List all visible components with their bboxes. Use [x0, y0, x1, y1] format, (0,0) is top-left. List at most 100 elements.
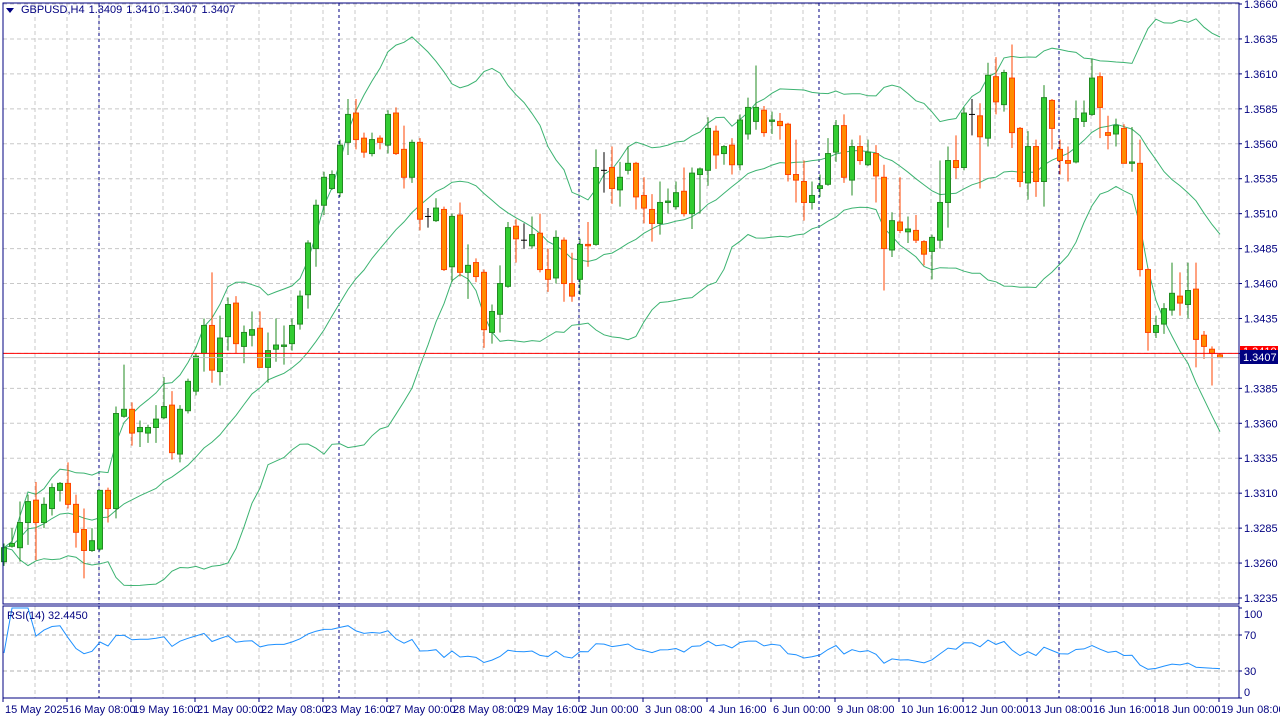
- time-tick-label: 10 Jun 16:00: [901, 704, 965, 716]
- bullish-candle: [97, 489, 103, 551]
- bullish-candle: [817, 174, 823, 197]
- bearish-candle: [585, 222, 591, 267]
- candle-body: [977, 115, 983, 138]
- bearish-candle: [913, 215, 919, 243]
- price-axis[interactable]: 1.3660 1.3635 1.3610 1.3585 1.3560 1.3535 1.35…: [1239, 0, 1278, 605]
- candle-body: [849, 146, 855, 181]
- doji-candle: [601, 152, 607, 193]
- candle-body: [737, 119, 743, 166]
- bullish-candle: [1001, 69, 1007, 112]
- candle-body: [337, 144, 343, 194]
- bullish-candle: [369, 132, 375, 157]
- time-tick-label: 13 Jun 08:00: [1029, 704, 1093, 716]
- bullish-candle: [297, 290, 303, 330]
- candle-body: [1145, 269, 1151, 333]
- bullish-candle: [1129, 126, 1135, 172]
- price-lines: [3, 352, 1239, 359]
- triangle-down-icon[interactable]: [6, 7, 14, 13]
- candle-body: [577, 243, 583, 280]
- bullish-candle: [321, 171, 327, 216]
- bullish-candle: [177, 405, 183, 463]
- candle-body: [697, 168, 703, 176]
- time-tick-label: 3 Jun 08:00: [645, 704, 703, 716]
- candle-body: [313, 204, 319, 250]
- header-high: 1.3410: [126, 4, 160, 16]
- candle-body: [401, 148, 407, 178]
- bearish-candle: [713, 125, 719, 169]
- price-tick-label: 1.3560: [1244, 139, 1278, 151]
- doji-candle: [969, 99, 975, 136]
- price-chart[interactable]: 1.3660 1.3635 1.3610 1.3585 1.3560 1.3535 1.35…: [0, 0, 1280, 720]
- time-tick-label: 16 Jun 16:00: [1093, 704, 1157, 716]
- price-tick-label: 1.3485: [1244, 244, 1278, 256]
- bullish-candle: [1025, 131, 1031, 200]
- bearish-candle: [361, 132, 367, 158]
- candle-body: [689, 172, 695, 215]
- bullish-candle: [593, 149, 599, 246]
- candle-body: [257, 327, 263, 368]
- candle-body: [1097, 76, 1103, 108]
- bullish-candle: [153, 405, 159, 443]
- candle-body: [585, 243, 591, 247]
- bullish-candle: [737, 114, 743, 171]
- bullish-candle: [305, 240, 311, 309]
- bullish-candle: [889, 212, 895, 257]
- candle-body: [409, 141, 415, 178]
- bid-price-tag: 1.3407: [1243, 352, 1277, 364]
- candle-body: [433, 207, 439, 222]
- bearish-candle: [1049, 99, 1055, 150]
- candle-body: [457, 214, 463, 273]
- bearish-candle: [1137, 139, 1143, 277]
- bullish-candle: [665, 188, 671, 214]
- candle-body: [113, 413, 119, 510]
- bullish-candle: [577, 238, 583, 295]
- bullish-candle: [9, 528, 15, 548]
- bullish-candle: [673, 181, 679, 210]
- time-tick-label: 9 Jun 08:00: [837, 704, 895, 716]
- candle-body: [873, 153, 879, 177]
- bullish-candle: [1073, 100, 1079, 164]
- candle-body: [793, 174, 799, 181]
- candle-body: [865, 151, 871, 166]
- candle-body: [1081, 112, 1087, 122]
- bullish-candle: [345, 99, 351, 155]
- candle-body: [297, 295, 303, 325]
- candle-body: [1009, 77, 1015, 134]
- rsi-label: RSI(14) 32.4450: [7, 610, 88, 622]
- time-tick-label: 28 May 08:00: [453, 704, 520, 716]
- bullish-candle: [449, 213, 455, 283]
- time-axis[interactable]: 15 May 2025 16 May 08:0019 May 16:0021 Ma…: [2, 698, 1280, 716]
- bullish-candle: [89, 528, 95, 552]
- candle-body: [393, 112, 399, 155]
- price-tick-label: 1.3260: [1244, 558, 1278, 570]
- candle-body: [537, 232, 543, 271]
- candle-body: [993, 76, 999, 103]
- bullish-candle: [249, 311, 255, 347]
- candle-body: [1065, 160, 1071, 164]
- candle-body: [345, 113, 351, 143]
- bearish-candle: [993, 57, 999, 115]
- price-tick-label: 1.3660: [1244, 0, 1278, 11]
- rsi-value: 32.4450: [47, 610, 88, 622]
- price-tick-label: 1.3635: [1244, 34, 1278, 46]
- candle-body: [1073, 118, 1079, 163]
- bullish-candle: [193, 353, 199, 396]
- bullish-candle: [929, 234, 935, 280]
- candle-body: [489, 310, 495, 333]
- time-tick-label: 18 Jun 00:00: [1157, 704, 1221, 716]
- candle-body: [1137, 162, 1143, 271]
- candle-body: [209, 324, 215, 371]
- candle-body: [897, 221, 903, 231]
- bearish-candle: [873, 145, 879, 203]
- bearish-candle: [777, 113, 783, 140]
- candle-body: [1193, 288, 1199, 340]
- bearish-candle: [1009, 44, 1015, 148]
- candle-body: [249, 329, 255, 336]
- bullish-candle: [273, 318, 279, 362]
- bearish-candle: [609, 146, 615, 204]
- bullish-candle: [497, 265, 503, 333]
- time-tick-label: 22 May 08:00: [261, 704, 328, 716]
- bearish-candle: [897, 177, 903, 234]
- bearish-candle: [257, 311, 263, 368]
- candle-body: [633, 162, 639, 198]
